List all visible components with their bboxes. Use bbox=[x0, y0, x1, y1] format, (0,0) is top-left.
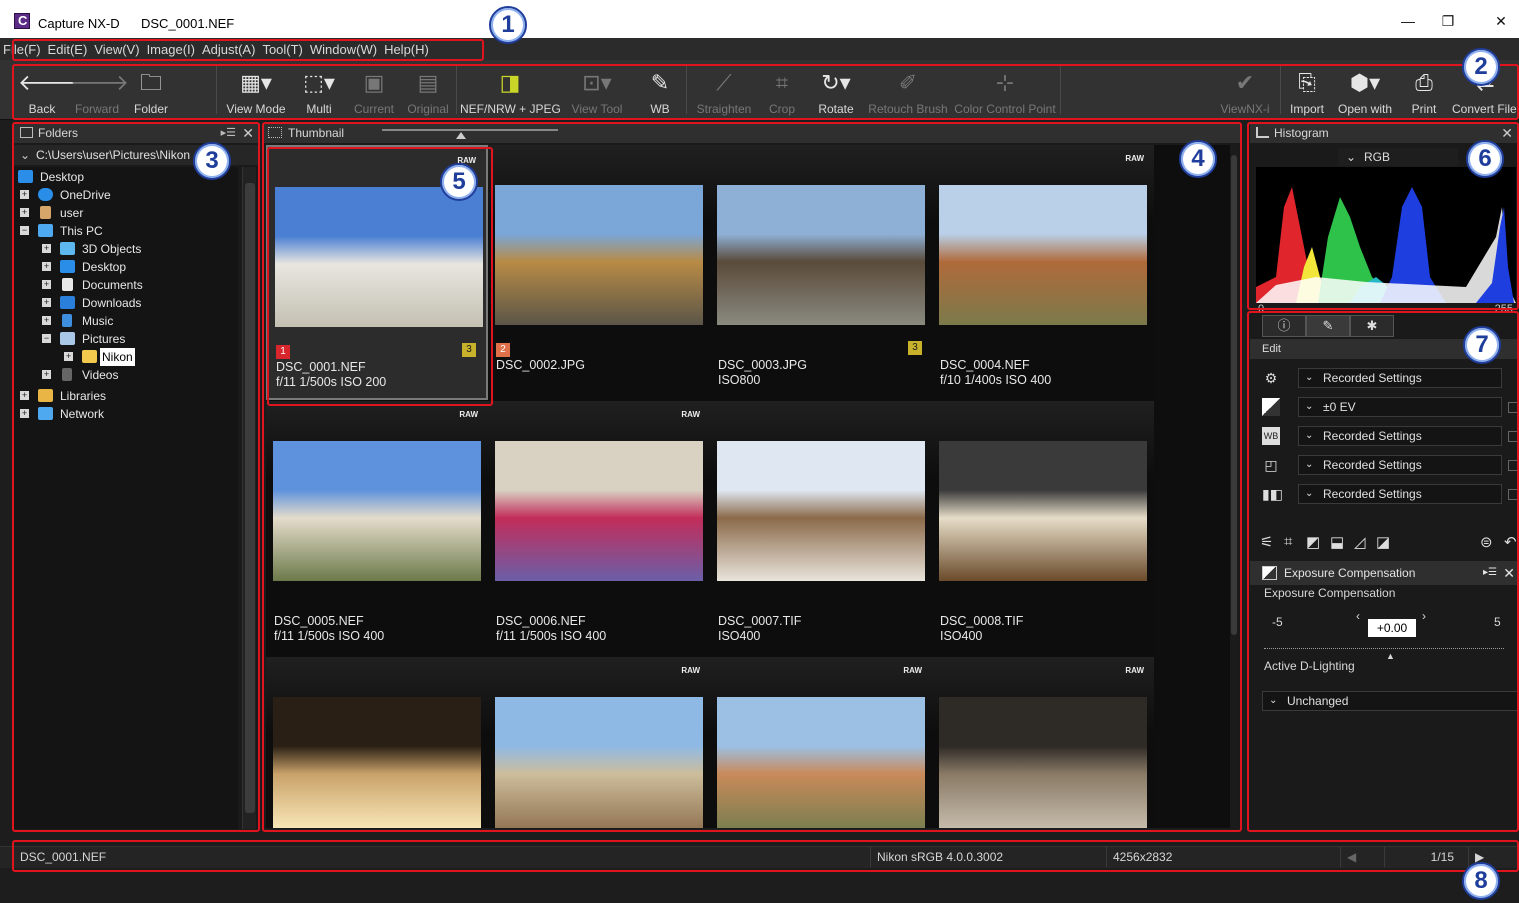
close-window-button[interactable]: ✕ bbox=[1483, 10, 1519, 32]
callout-number-8: 8 bbox=[1462, 862, 1500, 900]
callout-box-edit-palette bbox=[1247, 311, 1519, 832]
callout-number-2: 2 bbox=[1462, 48, 1500, 86]
callout-box-folders bbox=[12, 122, 260, 832]
minimize-button[interactable]: — bbox=[1390, 10, 1426, 32]
callout-number-6: 6 bbox=[1466, 140, 1504, 178]
app-title: Capture NX-D bbox=[38, 16, 120, 31]
callout-number-4: 4 bbox=[1179, 140, 1217, 178]
callout-box-toolbar bbox=[12, 64, 1519, 120]
callout-number-3: 3 bbox=[193, 142, 231, 180]
capture-nx-d-window: Capture NX-D DSC_0001.NEF — ❐ ✕ File(F)E… bbox=[0, 0, 1519, 903]
callout-number-7: 7 bbox=[1463, 326, 1501, 364]
title-bar: Capture NX-D DSC_0001.NEF — ❐ ✕ bbox=[0, 0, 1519, 38]
callout-number-5: 5 bbox=[440, 163, 478, 201]
restore-button[interactable]: ❐ bbox=[1430, 10, 1466, 32]
callout-box-menu bbox=[12, 39, 484, 61]
callout-number-1: 1 bbox=[489, 6, 527, 44]
window-file-name: DSC_0001.NEF bbox=[141, 16, 235, 31]
callout-box-status-bar bbox=[12, 840, 1519, 872]
app-icon bbox=[14, 13, 30, 29]
